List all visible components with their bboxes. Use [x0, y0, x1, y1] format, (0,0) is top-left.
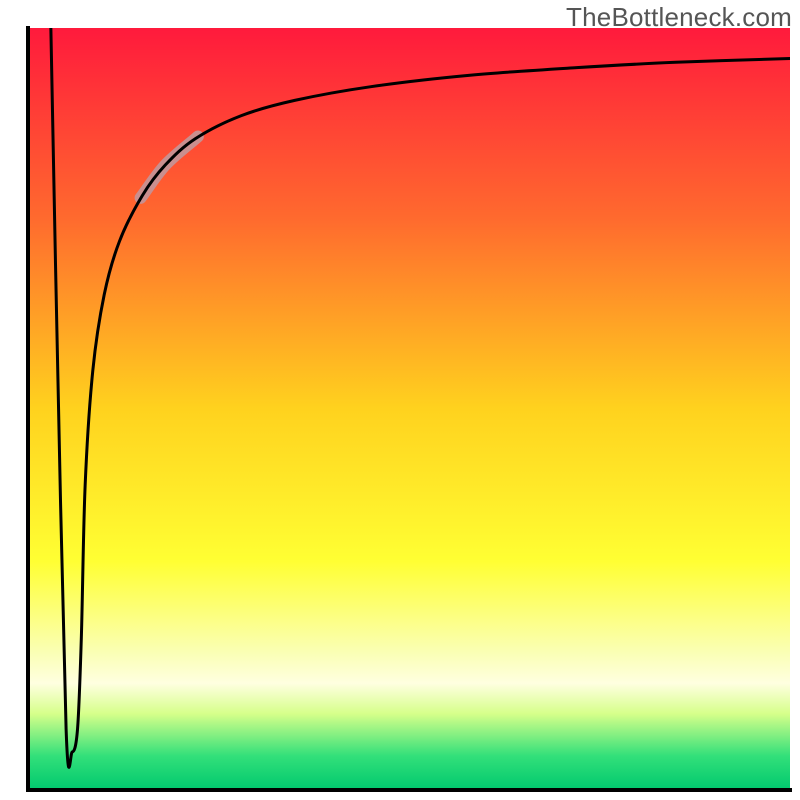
plot-background	[28, 28, 790, 790]
watermark-text: TheBottleneck.com	[566, 2, 792, 33]
chart-stage: TheBottleneck.com	[0, 0, 800, 800]
chart-svg	[0, 0, 800, 800]
